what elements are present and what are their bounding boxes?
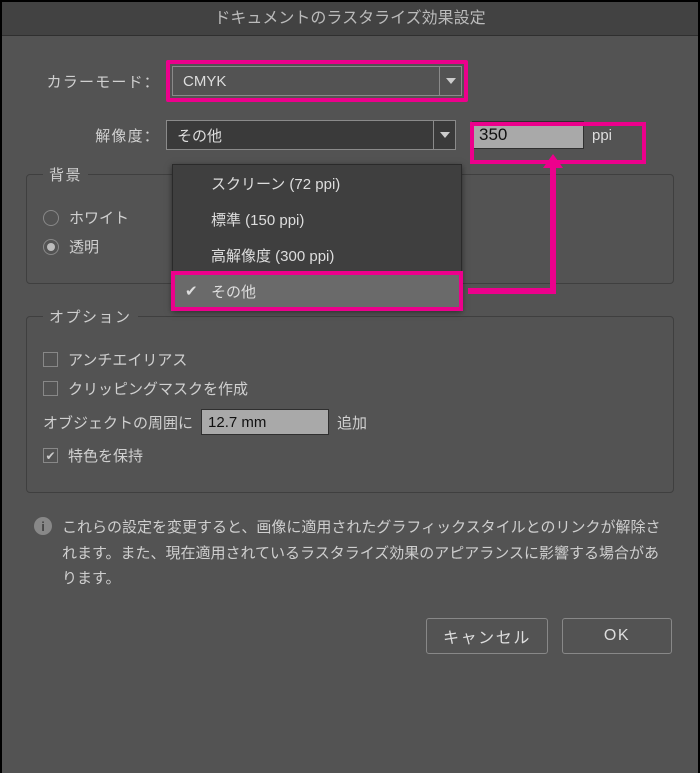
check-icon: ✔ (185, 282, 198, 300)
color-mode-dropdown[interactable]: CMYK (172, 66, 462, 96)
chevron-down-icon (433, 121, 455, 149)
info-icon: i (34, 517, 52, 535)
resolution-label: 解像度： (26, 125, 166, 146)
cancel-button[interactable]: キャンセル (426, 618, 548, 654)
radio-icon (43, 239, 59, 255)
antialias-checkbox[interactable]: アンチエイリアス (43, 349, 657, 370)
dialog-title: ドキュメントのラスタライズ効果設定 (2, 2, 698, 36)
resolution-option-screen[interactable]: スクリーン (72 ppi) (173, 165, 461, 201)
annotation-arrow-line (468, 249, 556, 294)
info-text: これらの設定を変更すると、画像に適用されたグラフィックスタイルとのリンクが解除さ… (62, 515, 666, 592)
resolution-value: その他 (177, 125, 222, 146)
checkbox-label: アンチエイリアス (68, 349, 187, 370)
radio-label: 透明 (69, 236, 99, 257)
resolution-dropdown[interactable]: その他 (166, 120, 456, 150)
chevron-down-icon (439, 67, 461, 95)
ppi-unit-label: ppi (592, 127, 612, 144)
resolution-dropdown-menu: スクリーン (72 ppi) 標準 (150 ppi) 高解像度 (300 pp… (172, 164, 462, 310)
around-prefix: オブジェクトの周囲に (43, 412, 193, 433)
annotation-frame-color-mode: CMYK (166, 60, 468, 102)
resolution-custom-input[interactable] (472, 121, 584, 149)
options-legend: オプション (43, 306, 138, 327)
checkbox-icon: ✔ (43, 448, 58, 463)
around-suffix: 追加 (337, 412, 367, 433)
color-mode-value: CMYK (183, 73, 226, 90)
radio-label: ホワイト (69, 207, 129, 228)
checkbox-label: クリッピングマスクを作成 (68, 378, 248, 399)
annotation-arrow-line (550, 164, 556, 254)
checkbox-icon (43, 381, 58, 396)
ok-button[interactable]: OK (562, 618, 672, 654)
options-fieldset: オプション アンチエイリアス クリッピングマスクを作成 オブジェクトの周囲に 追… (26, 306, 674, 493)
checkbox-label: 特色を保持 (68, 445, 143, 466)
checkbox-icon (43, 352, 58, 367)
resolution-option-other[interactable]: ✔ その他 (173, 273, 461, 309)
radio-icon (43, 210, 59, 226)
color-mode-label: カラーモード： (26, 71, 166, 92)
resolution-option-highres[interactable]: 高解像度 (300 ppi) (173, 237, 461, 273)
clippingmask-checkbox[interactable]: クリッピングマスクを作成 (43, 378, 657, 399)
around-value-input[interactable] (201, 409, 329, 435)
annotation-arrow-head-icon (543, 154, 563, 168)
spotcolor-checkbox[interactable]: ✔ 特色を保持 (43, 445, 657, 466)
background-legend: 背景 (43, 164, 88, 185)
resolution-option-standard[interactable]: 標準 (150 ppi) (173, 201, 461, 237)
dialog-window: ドキュメントのラスタライズ効果設定 カラーモード： CMYK 解像度： その他 … (2, 2, 698, 773)
